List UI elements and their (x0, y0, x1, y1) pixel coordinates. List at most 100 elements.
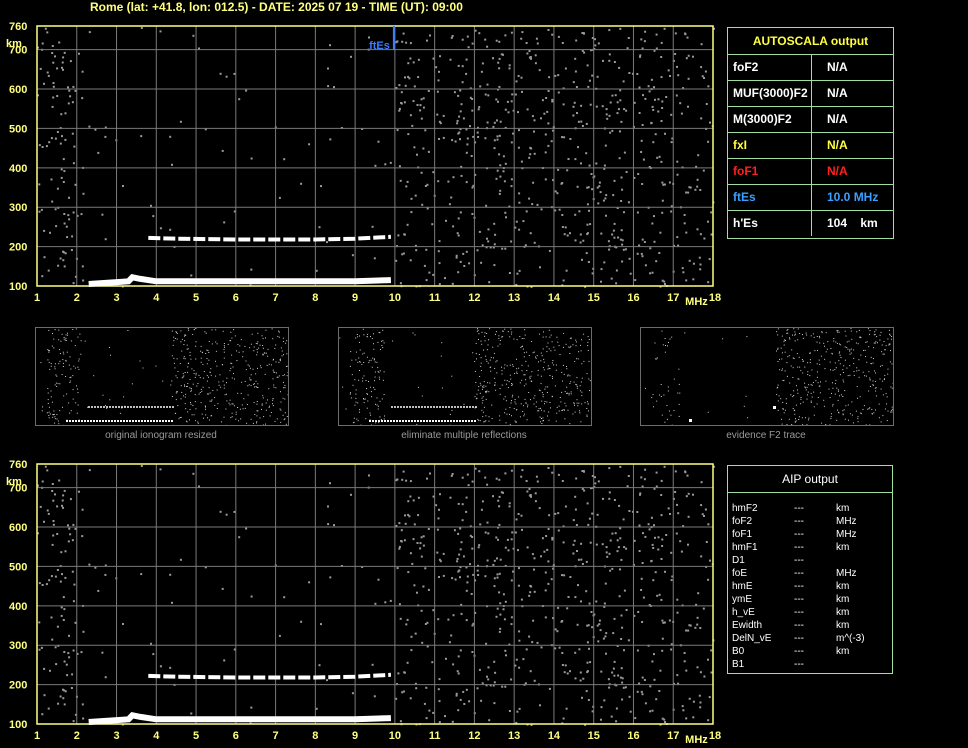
aip-param-name: foF2 (732, 516, 753, 527)
aip-param-unit: m^(-3) (836, 633, 865, 644)
x-tick-label: 13 (508, 730, 520, 742)
aip-param-value: --- (794, 542, 804, 553)
aip-param-name: B0 (732, 646, 745, 657)
x-tick-label: 16 (627, 730, 639, 742)
aip-param-value: --- (794, 555, 804, 566)
autoscala-row-fof2: foF2 N/A (728, 55, 893, 81)
x-tick-label: 7 (273, 292, 279, 304)
y-tick-label: 300 (9, 640, 27, 652)
page-title: Rome (lat: +41.8, lon: 012.5) - DATE: 20… (90, 0, 463, 14)
autoscala-param-value: N/A (827, 112, 848, 126)
trace-es-low (88, 712, 392, 725)
aip-param-name: h_vE (732, 607, 755, 618)
autoscala-param-name: foF2 (728, 55, 812, 80)
x-tick-label: 15 (588, 730, 600, 742)
x-tick-label: 14 (548, 730, 561, 742)
autoscala-param-name: ftEs (728, 185, 812, 210)
thumbnail-original (35, 327, 289, 426)
aip-param-unit: MHz (836, 568, 857, 579)
x-tick-label: 2 (74, 730, 80, 742)
x-tick-label: 8 (312, 292, 318, 304)
aip-param-value: --- (794, 503, 804, 514)
thumbnail-caption-eliminate: eliminate multiple reflections (401, 430, 527, 441)
aip-param-unit: km (836, 542, 850, 553)
autoscala-title: AUTOSCALA output (728, 28, 893, 55)
y-tick-label: 400 (9, 601, 27, 613)
autoscala-row-fof1: foF1 N/A (728, 159, 893, 185)
autoscala-param-name: h'Es (728, 211, 812, 236)
aip-row: foF2 --- MHz (728, 515, 892, 528)
autoscala-param-value: N/A (827, 86, 848, 100)
aip-param-name: hmF1 (732, 542, 758, 553)
x-tick-label: 13 (508, 292, 520, 304)
x-tick-label: 14 (548, 292, 561, 304)
aip-param-name: foF1 (732, 529, 753, 540)
y-unit-label: km (6, 476, 22, 488)
autoscala-row-h-es: h'Es 104 km (728, 211, 893, 236)
autoscala-output-panel: AUTOSCALA output foF2 N/A MUF(3000)F2 N/A M(… (727, 27, 894, 239)
aip-row: hmF1 --- km (728, 541, 892, 554)
autoscala-row-ftes: ftEs 10.0 MHz (728, 185, 893, 211)
aip-param-value: --- (794, 594, 804, 605)
x-tick-label: 16 (627, 292, 639, 304)
x-tick-label: 6 (233, 292, 239, 304)
x-tick-label: 11 (429, 292, 441, 304)
aip-param-name: D1 (732, 555, 745, 566)
x-tick-label: 7 (273, 730, 279, 742)
aip-row: ymE --- km (728, 593, 892, 606)
aip-output-panel: AIP output hmF2 --- km foF2 --- MHz foF1 --- MHz… (727, 465, 893, 674)
thumbnail-caption-f2: evidence F2 trace (726, 430, 806, 441)
aip-param-unit: km (836, 620, 850, 631)
autoscala-param-value: 104 km (827, 216, 878, 230)
aip-param-value: --- (794, 646, 804, 657)
x-tick-label: 10 (389, 292, 401, 304)
x-tick-label: 8 (312, 730, 318, 742)
autoscala-param-value: N/A (827, 138, 848, 152)
y-tick-label: 500 (9, 123, 27, 135)
x-tick-label: 10 (389, 730, 401, 742)
y-tick-label: 600 (9, 84, 27, 96)
y-tick-label: 760 (9, 21, 27, 33)
grid (37, 26, 713, 286)
trace-es-low (88, 274, 392, 287)
aip-param-value: --- (794, 568, 804, 579)
thumbnail-caption-original: original ionogram resized (105, 430, 217, 441)
y-tick-label: 760 (9, 459, 27, 471)
trace-es-high (148, 234, 392, 242)
aip-row: B1 --- (728, 658, 892, 671)
aip-row: Ewidth --- km (728, 619, 892, 632)
aip-row: hmF2 --- km (728, 502, 892, 515)
ionogram-chart-top: ftEs100200300400500600700760km1 2 3 4 5 6 7 8 9 1… (6, 21, 721, 308)
x-tick-label: 3 (113, 730, 119, 742)
thumbnail-eliminate (338, 327, 592, 426)
aip-param-name: DelN_vE (732, 633, 772, 644)
autoscala-param-value: N/A (827, 60, 848, 74)
aip-param-value: --- (794, 516, 804, 527)
autoscala-param-value: 10.0 MHz (827, 190, 879, 204)
aip-row: B0 --- km (728, 645, 892, 658)
x-tick-label: 18 (709, 730, 721, 742)
aip-param-value: --- (794, 529, 804, 540)
x-tick-label: 15 (588, 292, 600, 304)
y-tick-label: 600 (9, 522, 27, 534)
aip-row: h_vE --- km (728, 606, 892, 619)
x-tick-label: 11 (429, 730, 441, 742)
x-tick-label: 6 (233, 730, 239, 742)
aip-param-unit: km (836, 607, 850, 618)
autoscala-row-m-3000-f2: M(3000)F2 N/A (728, 107, 893, 133)
x-tick-label: 12 (468, 292, 480, 304)
x-tick-label: 4 (153, 292, 160, 304)
y-tick-label: 500 (9, 561, 27, 573)
x-tick-label: 4 (153, 730, 160, 742)
aip-param-name: foE (732, 568, 748, 579)
x-tick-label: 9 (352, 292, 358, 304)
autoscala-param-name: M(3000)F2 (728, 107, 812, 132)
x-tick-label: 5 (193, 292, 199, 304)
aip-row: D1 --- (728, 554, 892, 567)
x-tick-label: 2 (74, 292, 80, 304)
aip-param-value: --- (794, 581, 804, 592)
aip-param-name: B1 (732, 659, 745, 670)
thumbnail-f2 (640, 327, 894, 426)
y-tick-label: 200 (9, 680, 27, 692)
autoscala-row-muf-3000-f2: MUF(3000)F2 N/A (728, 81, 893, 107)
